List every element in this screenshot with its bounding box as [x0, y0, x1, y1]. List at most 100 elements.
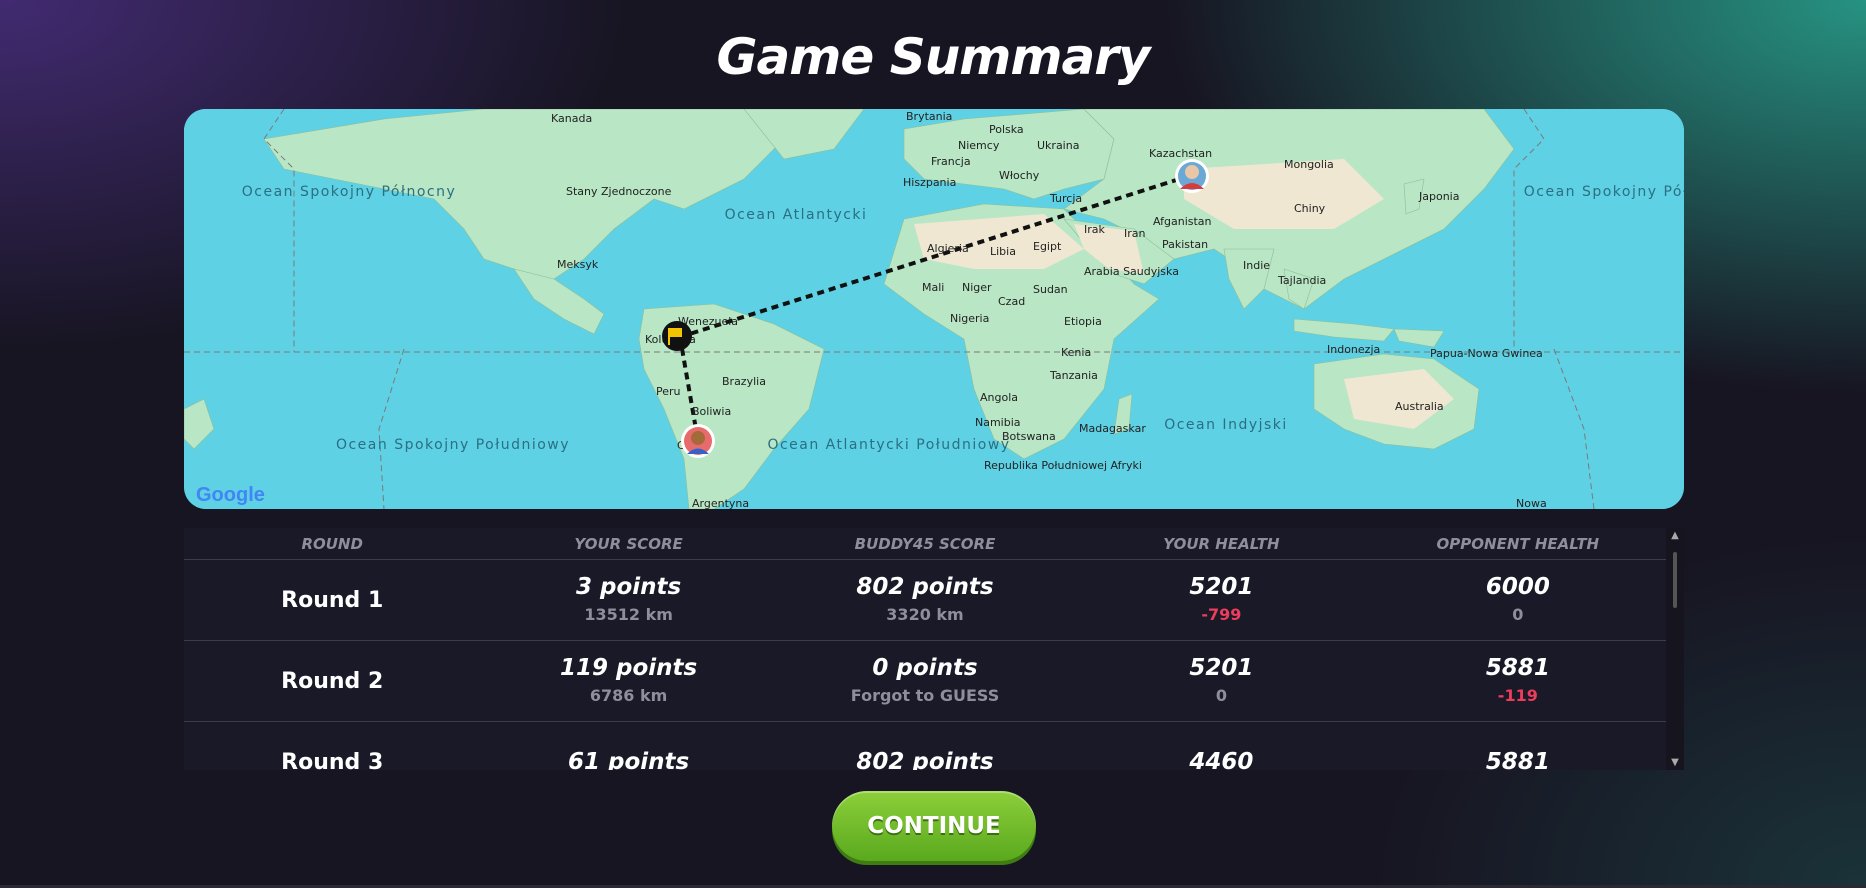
opponent-health: 5881: [1485, 655, 1550, 681]
header-your-score: YOUR SCORE: [574, 534, 683, 553]
header-round: ROUND: [301, 534, 363, 553]
country-label: Chiny: [1294, 202, 1326, 215]
country-label: Nowa: [1516, 497, 1547, 509]
country-label: Republika Południowej Afryki: [984, 459, 1142, 472]
country-label: Etiopia: [1064, 315, 1102, 328]
buddy-distance: 3320 km: [886, 605, 964, 624]
country-label: Nigeria: [950, 312, 989, 325]
opponent-health-cell: 5881: [1370, 747, 1666, 770]
buddy-distance: Forgot to GUESS: [850, 686, 1000, 705]
buddy-score: 802 points: [856, 749, 994, 770]
table-row: Round 3 61 points 802 points 4460 5881: [184, 722, 1666, 770]
country-label: Polska: [989, 123, 1024, 136]
svg-text:Ocean Atlantycki: Ocean Atlantycki: [725, 207, 868, 223]
opponent-avatar-marker[interactable]: [1175, 159, 1209, 193]
your-health-cell: 5201 0: [1073, 653, 1369, 709]
country-label: Turcja: [1049, 192, 1082, 205]
target-flag-marker[interactable]: [662, 321, 692, 351]
country-label: Brazylia: [722, 375, 766, 388]
your-health-cell: 4460: [1073, 747, 1369, 770]
country-label: Indonezja: [1327, 343, 1380, 356]
country-label: Egipt: [1033, 240, 1062, 253]
country-label: Pakistan: [1162, 238, 1208, 251]
country-label: Afganistan: [1153, 215, 1212, 228]
country-label: Argentyna: [692, 497, 749, 509]
svg-text:Ocean Spokojny Północny: Ocean Spokojny Północny: [242, 184, 457, 200]
continue-button[interactable]: CONTINUE: [832, 791, 1036, 861]
round-label: Round 3: [281, 749, 384, 771]
ocean-label: Ocean Spokojny Północny: [242, 184, 457, 200]
your-score-cell: 119 points 6786 km: [480, 653, 776, 709]
your-health: 4460: [1189, 749, 1254, 770]
table-row: Round 1 3 points 13512 km 802 points 332…: [184, 560, 1666, 641]
opponent-health: 5881: [1485, 749, 1550, 770]
country-label: Meksyk: [557, 258, 599, 271]
your-health: 5201: [1189, 655, 1254, 681]
table-scrollbar[interactable]: ▲ ▼: [1666, 528, 1684, 770]
country-label: Australia: [1395, 400, 1444, 413]
country-label: Mali: [922, 281, 944, 294]
country-label: Peru: [656, 385, 681, 398]
buddy-score-cell: 0 points Forgot to GUESS: [777, 653, 1073, 709]
country-label: Algieria: [927, 242, 969, 255]
map-canvas[interactable]: Ocean Spokojny Północny Ocean Atlantycki…: [184, 109, 1684, 509]
table-row: Round 2 119 points 6786 km 0 points Forg…: [184, 641, 1666, 722]
your-health: 5201: [1189, 574, 1254, 600]
your-score-cell: 61 points: [480, 747, 776, 770]
google-logo: Google: [196, 484, 265, 506]
header-your-health: YOUR HEALTH: [1163, 534, 1280, 553]
buddy-score-cell: 802 points: [777, 747, 1073, 770]
buddy-score: 0 points: [872, 655, 978, 681]
round-label: Round 1: [281, 587, 384, 613]
country-label: Mongolia: [1284, 158, 1334, 171]
your-score: 61 points: [567, 749, 690, 770]
page-title: Game Summary: [716, 28, 1151, 86]
country-label: Boliwia: [692, 405, 731, 418]
country-label: Iran: [1124, 227, 1146, 240]
country-label: Angola: [980, 391, 1018, 404]
player-avatar-marker[interactable]: [681, 424, 715, 458]
country-label: Japonia: [1418, 190, 1459, 203]
ocean-label: Ocean Spokojny Północny: [1524, 184, 1684, 200]
country-label: Brytania: [906, 110, 952, 123]
country-label: Papua-Nowa Gwinea: [1430, 347, 1543, 360]
your-distance: 13512 km: [584, 605, 673, 624]
country-label: Irak: [1084, 223, 1106, 236]
country-label: Hiszpania: [903, 176, 956, 189]
opponent-health-delta: 0: [1512, 605, 1524, 624]
ocean-label: Ocean Atlantycki: [725, 207, 868, 223]
opponent-health-cell: 6000 0: [1370, 572, 1666, 628]
your-health-cell: 5201 -799: [1073, 572, 1369, 628]
your-score: 119 points: [559, 655, 698, 681]
table-header: ROUND YOUR SCORE BUDDY45 SCORE YOUR HEAL…: [184, 528, 1666, 560]
header-opponent-health: OPPONENT HEALTH: [1436, 534, 1600, 553]
country-label: Stany Zjednoczone: [566, 185, 672, 198]
ocean-label: Ocean Atlantycki Południowy: [767, 437, 1010, 453]
scroll-down-icon[interactable]: ▼: [1669, 757, 1681, 768]
country-label: Botswana: [1002, 430, 1056, 443]
world-map[interactable]: Ocean Spokojny Północny Ocean Atlantycki…: [184, 109, 1684, 509]
score-table[interactable]: ROUND YOUR SCORE BUDDY45 SCORE YOUR HEAL…: [184, 528, 1684, 770]
header-buddy-score: BUDDY45 SCORE: [854, 534, 996, 553]
buddy-score: 802 points: [856, 574, 994, 600]
scroll-up-icon[interactable]: ▲: [1669, 530, 1681, 541]
country-label: Tanzania: [1049, 369, 1098, 382]
ocean-label: Ocean Spokojny Południowy: [336, 437, 570, 453]
ocean-label: Ocean Indyjski: [1164, 417, 1288, 433]
your-distance: 6786 km: [589, 686, 668, 705]
country-label: Francja: [931, 155, 971, 168]
country-label: Włochy: [999, 169, 1040, 182]
your-score: 3 points: [576, 574, 682, 600]
country-label: Czad: [998, 295, 1025, 308]
country-label: Madagaskar: [1079, 422, 1146, 435]
svg-text:Ocean Spokojny Południowy: Ocean Spokojny Południowy: [336, 437, 570, 453]
scroll-thumb[interactable]: [1673, 552, 1677, 608]
round-label: Round 2: [281, 668, 384, 694]
your-health-delta: -799: [1201, 605, 1242, 624]
country-label: Kazachstan: [1149, 147, 1212, 160]
opponent-health-delta: -119: [1497, 686, 1538, 705]
country-label: Kenia: [1061, 346, 1091, 359]
country-label: Niger: [962, 281, 992, 294]
your-health-delta: 0: [1215, 686, 1227, 705]
your-score-cell: 3 points 13512 km: [480, 572, 776, 628]
